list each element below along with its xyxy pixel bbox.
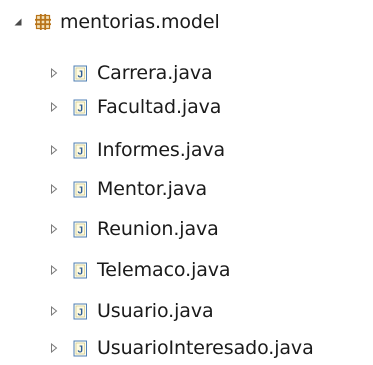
expanded-twisty-icon[interactable]	[11, 15, 25, 29]
svg-text:J: J	[77, 307, 83, 318]
java-file-icon: J	[72, 141, 88, 159]
tree-item-file[interactable]: J Carrera.java	[47, 56, 213, 90]
tree-item-file[interactable]: J Mentor.java	[47, 172, 207, 206]
file-label: Carrera.java	[97, 61, 213, 84]
java-file-icon: J	[72, 98, 88, 116]
svg-text:J: J	[77, 344, 83, 355]
file-label: UsuarioInteresado.java	[97, 336, 314, 359]
svg-text:J: J	[77, 103, 83, 114]
file-label: Usuario.java	[97, 299, 214, 322]
collapsed-twisty-icon[interactable]	[47, 143, 61, 157]
file-label: Mentor.java	[97, 177, 208, 200]
svg-text:J: J	[77, 185, 83, 196]
collapsed-twisty-icon[interactable]	[47, 100, 61, 114]
java-file-icon: J	[72, 339, 88, 357]
tree-item-file[interactable]: J UsuarioInteresado.java	[47, 331, 314, 365]
collapsed-twisty-icon[interactable]	[47, 222, 61, 236]
file-label: Reunion.java	[97, 217, 219, 240]
java-file-icon: J	[72, 261, 88, 279]
tree-item-file[interactable]: J Reunion.java	[47, 212, 219, 246]
tree-item-file[interactable]: J Informes.java	[47, 133, 225, 167]
collapsed-twisty-icon[interactable]	[47, 66, 61, 80]
package-icon	[34, 13, 52, 31]
file-label: Informes.java	[97, 138, 226, 161]
file-label: Telemaco.java	[97, 258, 231, 281]
collapsed-twisty-icon[interactable]	[47, 304, 61, 318]
svg-text:J: J	[77, 146, 83, 157]
java-file-icon: J	[72, 180, 88, 198]
java-file-icon: J	[72, 64, 88, 82]
tree-item-package[interactable]: mentorias.model	[11, 5, 220, 39]
svg-text:J: J	[77, 266, 83, 277]
collapsed-twisty-icon[interactable]	[47, 341, 61, 355]
java-file-icon: J	[72, 220, 88, 238]
package-label: mentorias.model	[60, 10, 220, 33]
java-file-icon: J	[72, 302, 88, 320]
collapsed-twisty-icon[interactable]	[47, 263, 61, 277]
svg-text:J: J	[77, 69, 83, 80]
tree-item-file[interactable]: J Facultad.java	[47, 90, 221, 124]
tree-item-file[interactable]: J Telemaco.java	[47, 253, 231, 287]
collapsed-twisty-icon[interactable]	[47, 182, 61, 196]
file-label: Facultad.java	[97, 95, 222, 118]
tree-item-file[interactable]: J Usuario.java	[47, 294, 214, 328]
svg-text:J: J	[77, 225, 83, 236]
